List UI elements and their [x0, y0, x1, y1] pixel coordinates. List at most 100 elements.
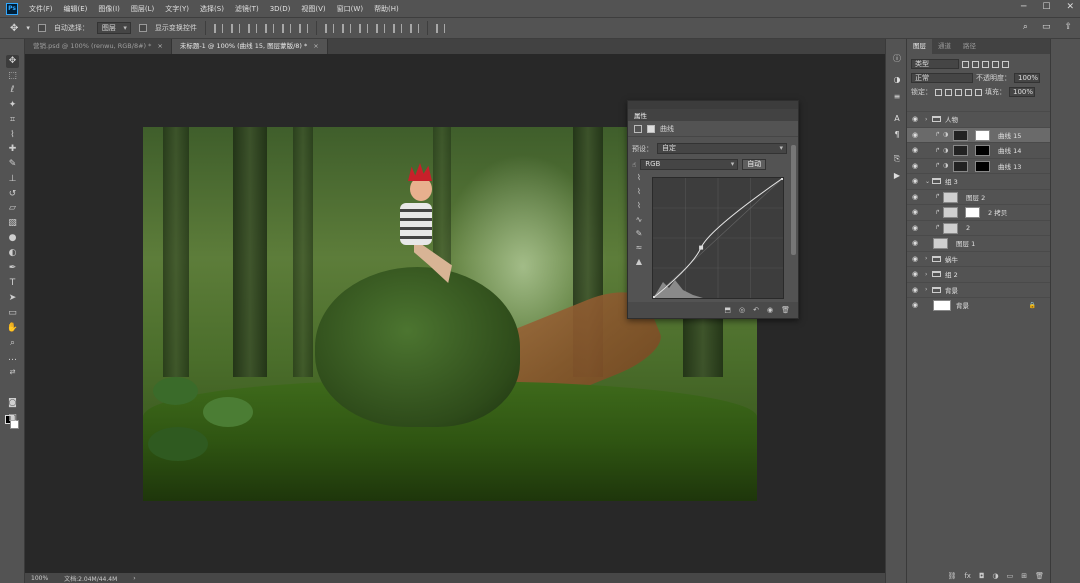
- healing-brush-tool-icon[interactable]: ✚: [6, 143, 19, 156]
- zoom-level[interactable]: 100%: [31, 575, 48, 582]
- tab-channels[interactable]: 通道: [932, 39, 957, 54]
- shape-filter-icon[interactable]: [992, 60, 999, 68]
- smart-object-filter-icon[interactable]: [1002, 60, 1009, 68]
- curve-point-tool-icon[interactable]: ∿: [632, 215, 646, 229]
- panel-grip[interactable]: [628, 101, 798, 109]
- smooth-icon[interactable]: ≈: [632, 243, 646, 257]
- align-middle-icon[interactable]: [281, 23, 291, 33]
- target-adjust-icon[interactable]: ☝: [632, 161, 636, 169]
- properties-panel[interactable]: 属性 曲线 预设： 自定 ☝ RGB 自动 ⌇ ⌇ ⌇ ∿ ✎ ≈ ▲: [627, 100, 799, 319]
- rectangle-tool-icon[interactable]: ▭: [6, 307, 19, 320]
- distribute-right-icon[interactable]: [409, 23, 419, 33]
- visibility-eye-icon[interactable]: ◉: [912, 255, 920, 263]
- distribute-middle-icon[interactable]: [341, 23, 351, 33]
- curve-plot[interactable]: [651, 176, 785, 300]
- mask-icon[interactable]: [647, 124, 655, 133]
- screen-mode-icon[interactable]: ▣: [6, 412, 19, 425]
- chevron-down-icon[interactable]: ▾: [26, 24, 30, 32]
- align-right-icon[interactable]: [247, 23, 257, 33]
- close-icon[interactable]: ×: [313, 42, 318, 50]
- share-icon[interactable]: ⇪: [1064, 22, 1072, 32]
- layer-row[interactable]: ◉ › 人物: [907, 111, 1050, 127]
- visibility-eye-icon[interactable]: ◉: [912, 162, 920, 170]
- history-icon[interactable]: ⎘: [891, 153, 903, 165]
- info-icon[interactable]: ⓘ: [891, 53, 903, 65]
- crop-tool-icon[interactable]: ⌗: [6, 114, 19, 127]
- type-tool-icon[interactable]: T: [6, 277, 19, 290]
- visibility-eye-icon[interactable]: ◉: [912, 131, 920, 139]
- visibility-eye-icon[interactable]: ◉: [912, 301, 920, 309]
- lock-pixels-icon[interactable]: [935, 88, 942, 96]
- new-layer-icon[interactable]: ⊞: [1021, 572, 1027, 580]
- path-selection-tool-icon[interactable]: ➤: [6, 292, 19, 305]
- layer-row[interactable]: ◉ 背景 🔒: [907, 297, 1050, 313]
- expand-chevron-icon[interactable]: ›: [925, 255, 927, 262]
- trash-icon[interactable]: 🗑: [1035, 572, 1044, 580]
- visibility-eye-icon[interactable]: ◉: [912, 193, 920, 201]
- layer-row[interactable]: ◉ › 蜗牛: [907, 250, 1050, 267]
- folder-icon[interactable]: ▭: [1007, 572, 1014, 580]
- menu-type[interactable]: 文字(Y): [165, 4, 189, 14]
- move-tool-icon[interactable]: ✥: [10, 23, 18, 34]
- tab-document-1[interactable]: 营销.psd @ 100% (renwu, RGB/8#) * ×: [25, 39, 172, 54]
- mask-icon[interactable]: ◘: [979, 572, 985, 580]
- chevron-right-icon[interactable]: ›: [133, 575, 135, 582]
- layer-row[interactable]: ◉ 图层 1: [907, 235, 1050, 251]
- type-filter-icon[interactable]: [982, 60, 989, 68]
- move-tool-icon[interactable]: ✥: [6, 55, 19, 68]
- align-bottom-icon[interactable]: [298, 23, 308, 33]
- layer-row[interactable]: ◉ › 组 2: [907, 266, 1050, 282]
- channel-dropdown[interactable]: RGB: [640, 159, 739, 170]
- align-center-icon[interactable]: [230, 23, 240, 33]
- layer-mask-thumbnail[interactable]: [975, 160, 990, 172]
- menu-view[interactable]: 视图(V): [301, 4, 325, 14]
- layer-row[interactable]: ◉ ↱ ◑ 曲线 15: [907, 126, 1050, 142]
- tab-properties[interactable]: 属性: [634, 110, 647, 120]
- filter-kind-dropdown[interactable]: 类型: [911, 59, 959, 69]
- distribute-left-icon[interactable]: [375, 23, 385, 33]
- menu-help[interactable]: 帮助(H): [374, 4, 399, 14]
- distribute-bottom-icon[interactable]: [358, 23, 368, 33]
- lock-artboard-icon[interactable]: [965, 88, 972, 96]
- trash-icon[interactable]: 🗑: [781, 306, 790, 314]
- more-tools-icon[interactable]: …: [6, 352, 19, 365]
- adjustment-filter-icon[interactable]: [972, 60, 979, 68]
- minimize-icon[interactable]: ─: [1021, 2, 1026, 12]
- expand-chevron-icon[interactable]: ›: [925, 286, 927, 293]
- brush-tool-icon[interactable]: ✎: [6, 158, 19, 171]
- magic-wand-tool-icon[interactable]: ✦: [6, 99, 19, 112]
- sliders-icon[interactable]: ≡: [891, 91, 903, 103]
- visibility-eye-icon[interactable]: ◉: [912, 208, 920, 216]
- visibility-eye-icon[interactable]: ◉: [912, 239, 920, 247]
- canvas-area[interactable]: 属性 曲线 预设： 自定 ☝ RGB 自动 ⌇ ⌇ ⌇ ∿ ✎ ≈ ▲: [25, 54, 885, 573]
- default-colors-icon[interactable]: ⇄: [6, 366, 19, 379]
- curves-icon[interactable]: [634, 124, 642, 133]
- layer-row[interactable]: ◉ ↱ ◑ 曲线 13: [907, 157, 1050, 174]
- pencil-tool-icon[interactable]: ✎: [632, 229, 646, 243]
- adjustment-icon[interactable]: ◑: [993, 572, 999, 580]
- character-icon[interactable]: A: [891, 113, 903, 125]
- maximize-icon[interactable]: ☐: [1042, 2, 1050, 12]
- eyedropper-white-icon[interactable]: ⌇: [632, 201, 646, 215]
- histogram-icon[interactable]: ▲: [632, 257, 646, 271]
- blend-mode-dropdown[interactable]: 正常: [911, 73, 973, 83]
- auto-align-icon[interactable]: [435, 23, 445, 33]
- dodge-tool-icon[interactable]: ◐: [6, 247, 19, 260]
- menu-image[interactable]: 图像(I): [98, 4, 120, 14]
- layer-mask-thumbnail[interactable]: [965, 207, 980, 218]
- opacity-input[interactable]: 100%: [1014, 73, 1040, 83]
- fx-icon[interactable]: fx: [964, 572, 971, 580]
- visibility-eye-icon[interactable]: ◉: [912, 224, 920, 232]
- play-icon[interactable]: ▶: [891, 170, 903, 182]
- layer-row[interactable]: ◉ ⌄ 组 3: [907, 173, 1050, 189]
- eraser-tool-icon[interactable]: ▱: [6, 202, 19, 215]
- tab-paths[interactable]: 路径: [957, 39, 982, 54]
- lasso-tool-icon[interactable]: ℓ: [6, 84, 19, 97]
- search-icon[interactable]: ⌕: [1023, 22, 1028, 32]
- tab-document-2[interactable]: 未标题-1 @ 100% (曲线 15, 图层蒙版/8) * ×: [171, 39, 328, 54]
- distribute-center-icon[interactable]: [392, 23, 402, 33]
- adjustments-icon[interactable]: ◑: [891, 74, 903, 86]
- clone-stamp-tool-icon[interactable]: ⊥: [6, 173, 19, 186]
- workspace-icon[interactable]: ▭: [1042, 22, 1051, 32]
- preset-dropdown[interactable]: 自定: [657, 143, 787, 154]
